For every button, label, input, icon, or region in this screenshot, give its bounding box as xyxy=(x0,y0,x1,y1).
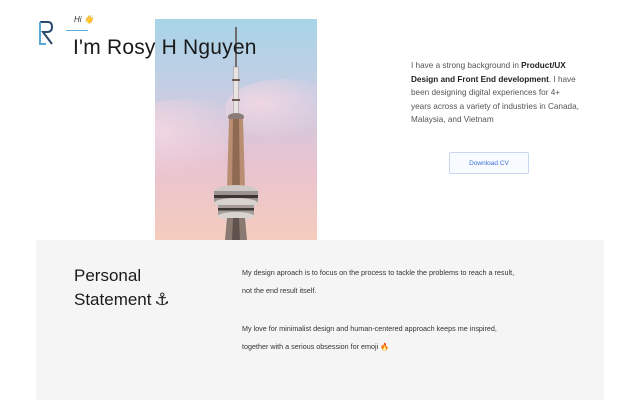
anchor-icon: ⚓ xyxy=(154,290,170,309)
statement-paragraph-2: My love for minimalist design and human-… xyxy=(242,320,522,356)
wave-emoji-icon: 👋 xyxy=(83,15,94,24)
hero-name-heading: I'm Rosy H Nguyen xyxy=(73,36,257,59)
statement-paragraph-2-text: My love for minimalist design and human-… xyxy=(242,324,497,351)
download-cv-button[interactable]: Download CV xyxy=(449,152,529,174)
bio-text-start: I have a strong background in xyxy=(411,61,522,70)
bio-paragraph: I have a strong background in Product/UX… xyxy=(411,59,581,127)
statement-title-line2: Statement xyxy=(74,290,152,309)
statement-paragraph-1: My design aproach is to focus on the pro… xyxy=(242,268,515,295)
personal-statement-title: Personal Statement ⚓ xyxy=(74,264,204,312)
statement-text: My design aproach is to focus on the pro… xyxy=(242,264,522,356)
greeting: Hi 👋 xyxy=(74,15,94,24)
greeting-underline xyxy=(66,30,88,31)
personal-statement-section: Personal Statement ⚓ My design aproach is… xyxy=(36,240,604,400)
statement-title-line1: Personal xyxy=(74,266,142,285)
logo-icon[interactable] xyxy=(38,20,54,46)
greeting-text: Hi xyxy=(74,15,82,24)
fire-emoji-icon: 🔥 xyxy=(380,342,390,351)
portfolio-page: Hi 👋 I'm Rosy H Nguyen I have a strong b… xyxy=(0,0,640,400)
